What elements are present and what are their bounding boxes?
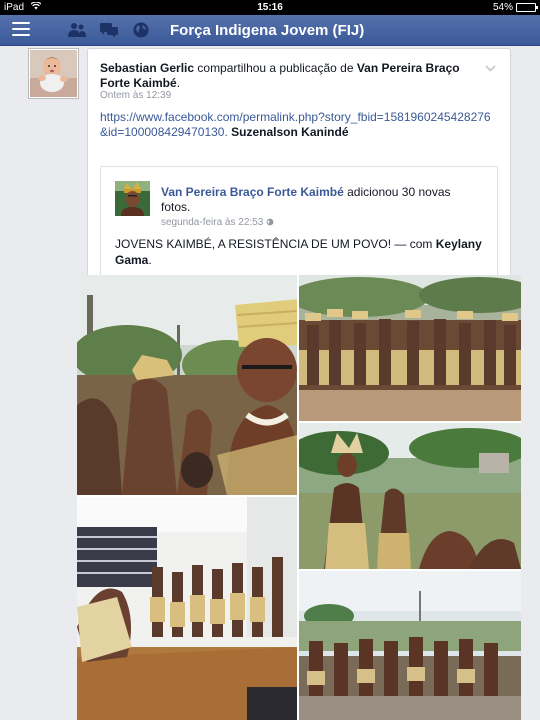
- author-name[interactable]: Sebastian Gerlic: [100, 61, 194, 75]
- shared-text: JOVENS KAIMBÉ, A RESISTÊNCIA DE UM POVO!…: [115, 237, 482, 267]
- page-title: Força Indigena Jovem (FIJ): [170, 22, 365, 39]
- post-timestamp[interactable]: Ontem às 12:39: [100, 90, 171, 101]
- messages-icon[interactable]: [98, 20, 120, 40]
- shared-author-avatar[interactable]: [115, 181, 150, 216]
- post-body: https://www.facebook.com/permalink.php?s…: [100, 110, 495, 140]
- status-right: 54%: [492, 0, 538, 15]
- shared-text-body: JOVENS KAIMBÉ, A RESISTÊNCIA DE UM POVO!…: [115, 237, 433, 251]
- battery-icon: [516, 3, 538, 12]
- photo-2[interactable]: [299, 275, 521, 421]
- shared-header: Van Pereira Braço Forte Kaimbé adicionou…: [161, 185, 481, 215]
- chevron-down-icon[interactable]: [485, 63, 496, 75]
- globe-icon[interactable]: [130, 20, 152, 40]
- photo-3[interactable]: [299, 423, 521, 569]
- clock: 15:16: [257, 2, 283, 13]
- shared-timestamp-text: segunda-feira às 22:53: [161, 217, 264, 228]
- friends-icon[interactable]: [66, 20, 88, 40]
- share-action-text: compartilhou a publicação de: [197, 61, 354, 75]
- battery-percent: 54%: [492, 2, 513, 13]
- menu-icon[interactable]: [12, 22, 30, 38]
- photo-5[interactable]: [299, 571, 521, 720]
- nav-icons: [66, 20, 152, 40]
- shared-author-name[interactable]: Van Pereira Braço Forte Kaimbé: [161, 185, 344, 199]
- photo-1[interactable]: [77, 275, 297, 495]
- post-header: Sebastian Gerlic compartilhou a publicaç…: [100, 61, 460, 90]
- shared-timestamp[interactable]: segunda-feira às 22:53: [161, 217, 274, 228]
- photo-4[interactable]: [77, 497, 297, 720]
- tagged-person[interactable]: Suzenalson Kanindé: [231, 125, 348, 139]
- photo-collage: [77, 275, 521, 720]
- sharer-avatar[interactable]: [28, 48, 79, 99]
- status-bar: iPad 15:16 54%: [0, 0, 540, 15]
- globe-icon: [266, 218, 274, 226]
- nav-bar: Força Indigena Jovem (FIJ): [0, 15, 540, 46]
